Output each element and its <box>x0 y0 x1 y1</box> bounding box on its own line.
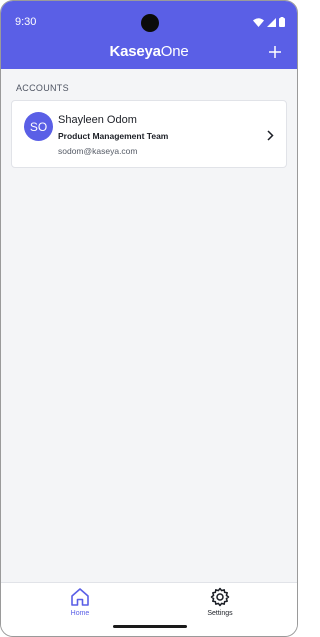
kaseya-one-logo: KaseyaOne <box>1 43 297 60</box>
home-icon <box>45 587 115 607</box>
wifi-icon <box>253 17 264 27</box>
status-bar: 9:30 <box>1 1 297 41</box>
home-indicator <box>113 625 187 628</box>
app-bar: KaseyaOne <box>1 41 297 67</box>
account-card[interactable]: SO Shayleen Odom Product Management Team… <box>11 100 287 168</box>
plus-icon <box>269 41 281 64</box>
accounts-section-title: ACCOUNTS <box>16 83 69 93</box>
battery-icon <box>279 17 285 27</box>
nav-home-label: Home <box>70 610 90 617</box>
app-screen: 9:30 KaseyaOne ACCOUNTS SO Shayleen Odom… <box>0 0 298 637</box>
nav-settings-label: Settings <box>207 610 233 617</box>
logo-one: One <box>160 43 189 60</box>
nav-home[interactable]: Home <box>45 587 115 627</box>
avatar: SO <box>24 112 53 141</box>
camera-cutout <box>141 14 159 32</box>
account-team: Product Management Team <box>58 131 169 141</box>
logo-kaseya: Kaseya <box>109 43 161 60</box>
gear-icon <box>185 587 255 607</box>
status-icons <box>253 17 285 27</box>
app-header: 9:30 KaseyaOne <box>1 1 297 69</box>
signal-icon <box>267 17 276 27</box>
add-account-button[interactable] <box>265 41 285 63</box>
status-time: 9:30 <box>15 16 37 28</box>
account-name: Shayleen Odom <box>58 114 137 126</box>
nav-settings[interactable]: Settings <box>185 587 255 627</box>
bottom-nav: Home Settings <box>1 582 297 636</box>
chevron-right-icon <box>267 128 274 146</box>
account-email: sodom@kaseya.com <box>58 146 138 156</box>
